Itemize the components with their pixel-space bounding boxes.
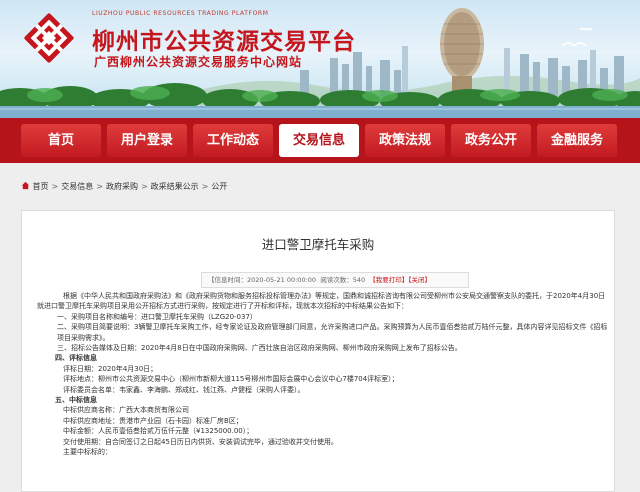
breadcrumb-gov-procurement[interactable]: 政府采购 [106,182,138,191]
site-title-en: LIUZHOU PUBLIC RESOURCES TRADING PLATFOR… [92,10,269,17]
views-label: 阅读次数： [320,276,353,284]
article-paragraph: 评标地点：柳州市公共资源交易中心（柳州市新柳大道115号柳州市国际会展中心会议中… [63,375,399,384]
breadcrumb-separator: > [51,182,59,191]
article-paragraph: 评标委员会名单：韦家鑫、李海鹏、郑成红、钱江燕、卢健程（采购人评委）。 [63,385,305,394]
breadcrumb-public[interactable]: 公开 [211,182,227,191]
article-paragraph: 中标供应商名称：广西大本商贸有限公司 [63,406,189,415]
article-paragraph: 三、招标公告媒体及日期：2020年4月8日在中国政府采购网、广西壮族自治区政府采… [57,344,462,353]
breadcrumb-separator: > [96,182,103,191]
publish-date: 2020-05-21 00:00:00 [247,276,317,284]
site-header: LIUZHOU PUBLIC RESOURCES TRADING PLATFOR… [0,0,640,118]
breadcrumb: 首页 > 交易信息 > 政府采购 > 政采结果公示 > 公开 [21,181,227,192]
home-icon [21,181,30,190]
nav-policy[interactable]: 政策法规 [365,124,445,157]
main-nav: 首页 用户登录 工作动态 交易信息 政策法规 政务公开 金融服务 [0,118,640,163]
article-paragraph: 四、评标信息 [55,354,97,363]
nav-login[interactable]: 用户登录 [107,124,187,157]
article-title: 进口警卫摩托车采购 [261,237,375,252]
nav-finance[interactable]: 金融服务 [537,124,617,157]
breadcrumb-results[interactable]: 政采结果公示 [151,182,199,191]
article-paragraph: 根据《中华人民共和国政府采购法》和《政府采购货物和服务招标投标管理办法》等规定，… [37,292,606,311]
logo-icon [24,13,74,63]
date-label: 【信息时间： [208,276,247,284]
breadcrumb-separator: > [201,182,209,191]
article-paragraph: 中标供应商地址：贵港市产业园（石卡园）标准厂房B区； [63,416,243,425]
site-title: 柳州市公共资源交易平台 [92,28,356,55]
article-paragraph: 主要中标标的： [63,448,112,457]
site-subtitle: 广西柳州公共资源交易服务中心网站 [94,55,303,69]
article-paragraph: 中标金额：人民币壹佰叁拾贰万伍仟元整（¥1325000.00）； [63,427,254,436]
article-paragraph: 交付使用期：自合同签订之日起45日历日内供货、安装调试完毕，通过验收并交付使用。 [63,437,338,446]
breadcrumb-trading-info[interactable]: 交易信息 [61,182,93,191]
article-paragraph: 评标日期：2020年4月30日； [63,364,158,373]
nav-home[interactable]: 首页 [21,124,101,157]
nav-trading-info[interactable]: 交易信息 [279,124,359,157]
nav-work-news[interactable]: 工作动态 [193,124,273,157]
view-count: 540 [352,276,366,284]
print-button[interactable]: 【我要打印】 [369,276,408,284]
article-meta: 【信息时间：2020-05-21 00:00:00 阅读次数：540 【我要打印… [201,272,469,288]
article-paragraph: 一、采购项目名称和编号：进口警卫摩托车采购（LZG20-037） [57,312,257,321]
breadcrumb-home[interactable]: 首页 [33,182,49,191]
breadcrumb-separator: > [140,182,148,191]
nav-gov-affairs[interactable]: 政务公开 [451,124,531,157]
article-panel: 进口警卫摩托车采购 【信息时间：2020-05-21 00:00:00 阅读次数… [21,210,615,492]
close-button[interactable]: 【关闭】 [408,276,431,284]
article-body: 根据《中华人民共和国政府采购法》和《政府采购货物和服务招标投标管理办法》等规定，… [37,291,609,458]
article-paragraph: 二、采购项目简要说明：3辆警卫摩托车采购工作，经专家论证及政府管理部门同意，允许… [57,323,608,342]
article-paragraph: 五、中标信息 [55,396,97,405]
